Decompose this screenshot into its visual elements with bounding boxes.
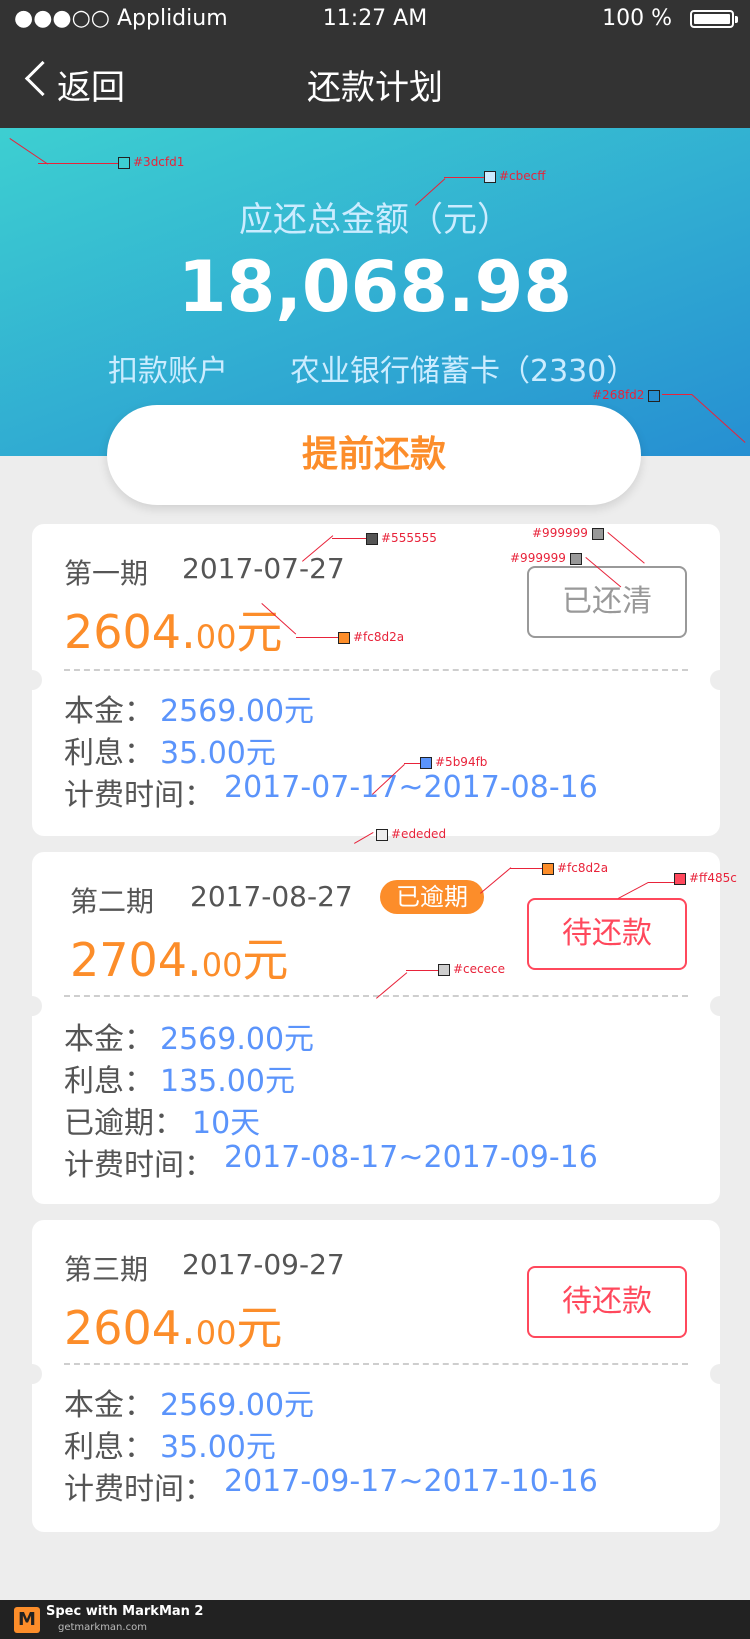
detail-label: 本金：	[64, 1022, 154, 1057]
detail-value: 2569.00元	[160, 694, 315, 729]
due-date: 2017-07-27	[182, 552, 345, 585]
markman-logo-icon: M	[14, 1607, 40, 1633]
detail-label: 利息：	[64, 1064, 154, 1099]
detail-label: 利息：	[64, 1430, 154, 1465]
annotation: #999999	[532, 526, 607, 540]
annotation: #fc8d2a	[542, 861, 608, 875]
annotation: #ededed	[376, 827, 446, 841]
battery-percent: 100 %	[602, 6, 672, 31]
detail-label: 本金：	[64, 1388, 154, 1423]
annotation: #5b94fb	[420, 755, 487, 769]
markman-footer: M Spec with MarkMan 2 getmarkman.com	[0, 1600, 750, 1639]
detail-label: 利息：	[64, 736, 154, 771]
detail-value: 135.00元	[160, 1064, 295, 1099]
detail-label: 已逾期：	[64, 1106, 184, 1141]
footer-brand: Spec with MarkMan 2	[46, 1604, 204, 1619]
detail-label: 计费时间：	[64, 778, 214, 813]
detail-value: 10天	[192, 1106, 261, 1141]
installment-card-2: 第二期 2017-08-27 已逾期 2704.00元 待还款 本金： 2569…	[22, 852, 730, 1204]
account-value: 农业银行储蓄卡（2330）	[290, 354, 637, 389]
total-label: 应还总金额（元）	[239, 200, 511, 240]
detail-value: 2017-07-17~2017-08-16	[224, 770, 598, 805]
pay-now-button[interactable]: 待还款	[527, 1266, 687, 1338]
annotation: #ff485c	[674, 871, 737, 885]
page-title: 还款计划	[307, 68, 443, 108]
annotation: #cecece	[438, 962, 505, 976]
detail-value: 2569.00元	[160, 1388, 315, 1423]
battery-icon	[690, 10, 738, 28]
detail-label: 计费时间：	[64, 1472, 214, 1507]
pay-now-button[interactable]: 待还款	[527, 898, 687, 970]
annotation: #3dcfd1	[118, 155, 184, 169]
installment-card-3: 第三期 2017-09-27 2604.00元 待还款 本金： 2569.00元…	[22, 1220, 730, 1532]
due-date: 2017-08-27	[190, 880, 353, 913]
annotation: #999999	[510, 551, 585, 565]
period-label: 第三期	[64, 1253, 149, 1286]
annotation: #fc8d2a	[338, 630, 404, 644]
status-bar: ●●●○○ Applidium 11:27 AM 100 %	[0, 0, 750, 40]
total-amount: 18,068.98	[177, 246, 573, 328]
detail-value: 2017-08-17~2017-09-16	[224, 1140, 598, 1175]
overdue-badge: 已逾期	[380, 880, 484, 914]
paid-status-button[interactable]: 已还清	[527, 566, 687, 638]
detail-value: 2017-09-17~2017-10-16	[224, 1464, 598, 1499]
detail-label: 计费时间：	[64, 1148, 214, 1183]
annotation: #555555	[366, 531, 437, 545]
account-label: 扣款账户	[108, 354, 228, 389]
nav-bar: 返回 还款计划	[0, 40, 750, 128]
installment-amount: 2604.00元	[64, 1301, 283, 1355]
detail-value: 35.00元	[160, 736, 276, 771]
detail-value: 35.00元	[160, 1430, 276, 1465]
period-label: 第二期	[70, 885, 155, 918]
annotation: #cbecff	[484, 169, 546, 183]
annotation: #268fd2	[592, 388, 663, 402]
prepay-button[interactable]: 提前还款	[107, 405, 641, 505]
installment-amount: 2604.00元	[64, 605, 283, 659]
period-label: 第一期	[64, 557, 149, 590]
due-date: 2017-09-27	[182, 1248, 345, 1281]
footer-url: getmarkman.com	[58, 1622, 147, 1633]
installment-amount: 2704.00元	[70, 933, 289, 987]
detail-value: 2569.00元	[160, 1022, 315, 1057]
detail-label: 本金：	[64, 694, 154, 729]
